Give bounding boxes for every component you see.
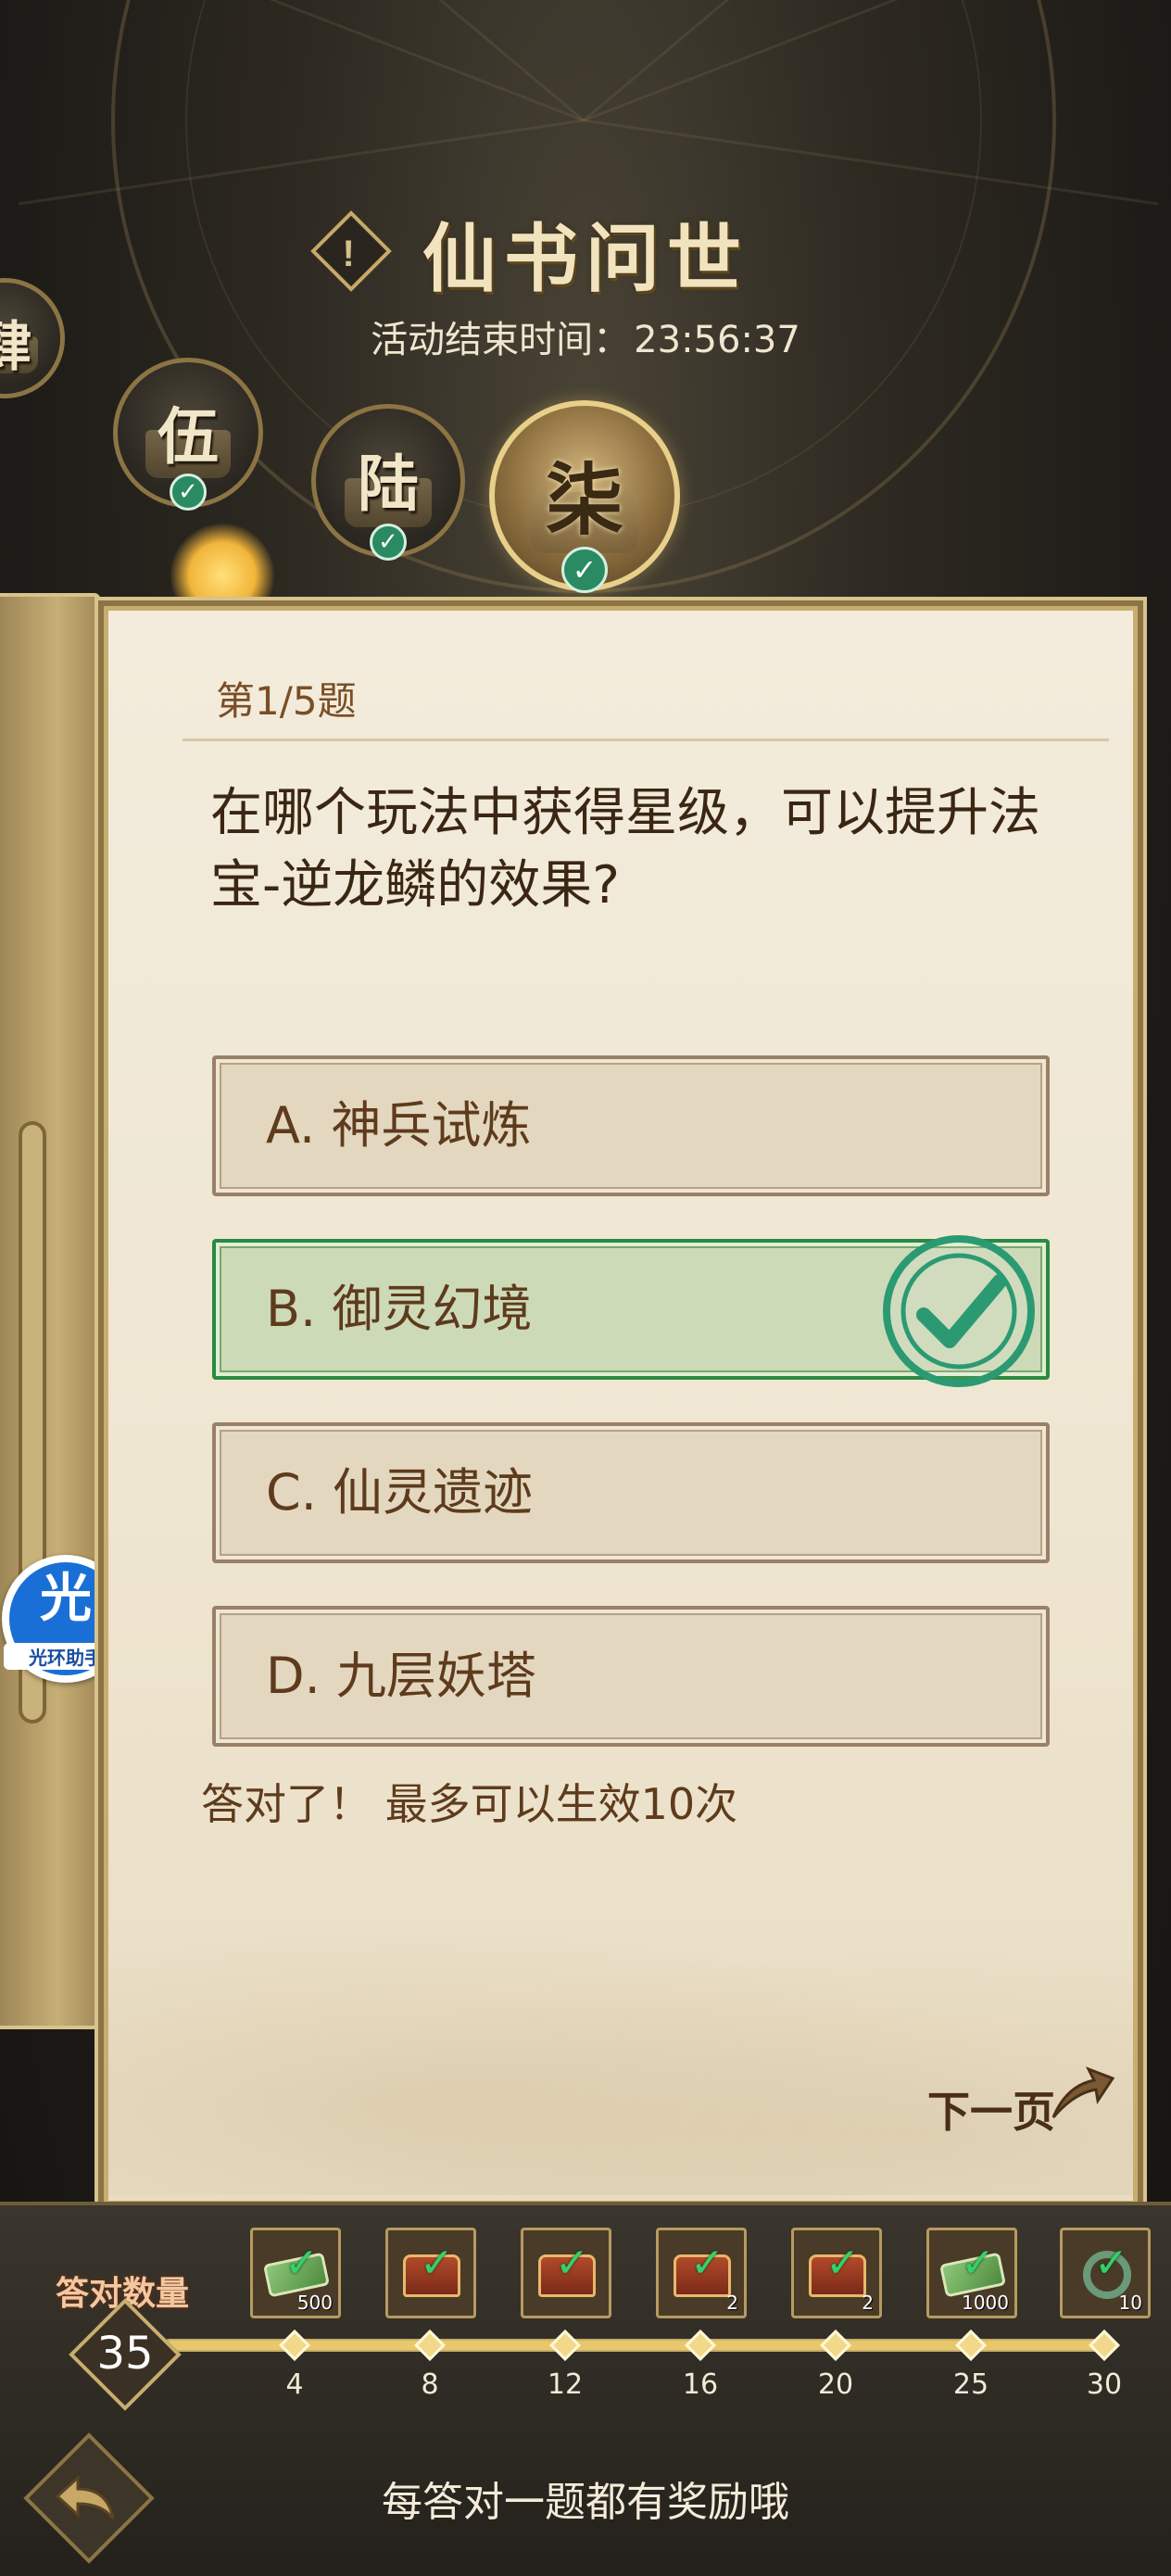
reward-slot-6[interactable]: ✓ 1000 [926,2228,1017,2318]
option-a[interactable]: A. 神兵试炼 [212,1055,1050,1196]
option-c[interactable]: C. 仙灵遗迹 [212,1422,1050,1563]
reward-qty: 1000 [962,2292,1009,2314]
milestone-label: 20 [817,2368,854,2401]
check-icon: ✓ [561,547,608,593]
question-number: 第1/5题 [216,678,357,724]
reward-qty: 2 [862,2292,874,2314]
answer-feedback: 答对了！ 最多可以生效10次 [201,1779,738,1829]
event-timer: 活动结束时间： 23:56:37 [0,309,1171,363]
chapter-badge-7[interactable]: 柒 ✓ [489,400,680,593]
option-d[interactable]: D. 九层妖塔 [212,1606,1050,1747]
next-page-button[interactable]: 下一页 [927,2078,1055,2140]
check-icon [883,1235,1035,1387]
question-text: 在哪个玩法中获得星级，可以提升法宝-逆龙鳞的效果? [210,783,1040,915]
reward-slot-2[interactable]: ✓ [385,2228,476,2318]
reward-slot-7[interactable]: ✓ 10 [1060,2228,1151,2318]
background-mist [108,1889,1133,2195]
reward-slot-3[interactable]: ✓ [521,2228,611,2318]
option-b[interactable]: B. 御灵幻境 [212,1235,1050,1387]
chapter-char: 陆 [358,448,419,521]
milestone-label: 4 [285,2368,304,2401]
milestone-label: 12 [547,2368,584,2401]
check-icon: ✓ [555,2240,589,2287]
check-icon: ✓ [370,524,407,561]
chapter-char: 伍 [157,400,219,474]
reward-slot-4[interactable]: ✓ 2 [656,2228,747,2318]
timer-value: 23:56:37 [634,319,800,361]
side-panel [0,593,100,2029]
quiz-card: 第1/5题 在哪个玩法中获得星级，可以提升法宝-逆龙鳞的效果? A. 神兵试炼 … [104,606,1138,2205]
event-title: 仙书问世 [422,215,749,302]
reward-slot-1[interactable]: ✓ 500 [250,2228,341,2318]
correct-count-value: 35 [96,2328,154,2380]
check-icon: ✓ [961,2240,995,2287]
chapter-char: 肆 [0,314,31,378]
option-label: B. 御灵幻境 [266,1280,533,1338]
chapter-badge-5[interactable]: 伍 ✓ [113,358,263,511]
check-icon: ✓ [284,2240,319,2287]
milestone-label: 30 [1086,2368,1123,2401]
reward-qty: 500 [296,2292,333,2314]
chapter-char: 柒 [545,453,623,546]
check-icon: ✓ [420,2240,454,2287]
milestone-label: 8 [421,2368,439,2401]
reward-slot-5[interactable]: ✓ 2 [791,2228,882,2318]
check-icon: ✓ [170,474,207,511]
footer-tip: 每答对一题都有奖励哦 [382,2479,789,2526]
check-icon: ✓ [825,2240,860,2287]
title-wrap: 仙书问世 [0,199,1171,307]
reward-qty: 10 [1118,2292,1142,2314]
option-label: A. 神兵试炼 [266,1096,532,1155]
check-icon: ✓ [1094,2240,1128,2287]
reward-qty: 2 [726,2292,738,2314]
chapter-badge-6[interactable]: 陆 ✓ [311,404,465,561]
next-arrow-icon[interactable] [1048,2058,1116,2127]
milestone-label: 25 [952,2368,989,2401]
divider [183,739,1109,741]
check-icon: ✓ [690,2240,724,2287]
option-label: C. 仙灵遗迹 [266,1463,534,1522]
milestone-label: 16 [682,2368,719,2401]
timer-label: 活动结束时间： [371,319,631,361]
option-label: D. 九层妖塔 [266,1647,536,1705]
